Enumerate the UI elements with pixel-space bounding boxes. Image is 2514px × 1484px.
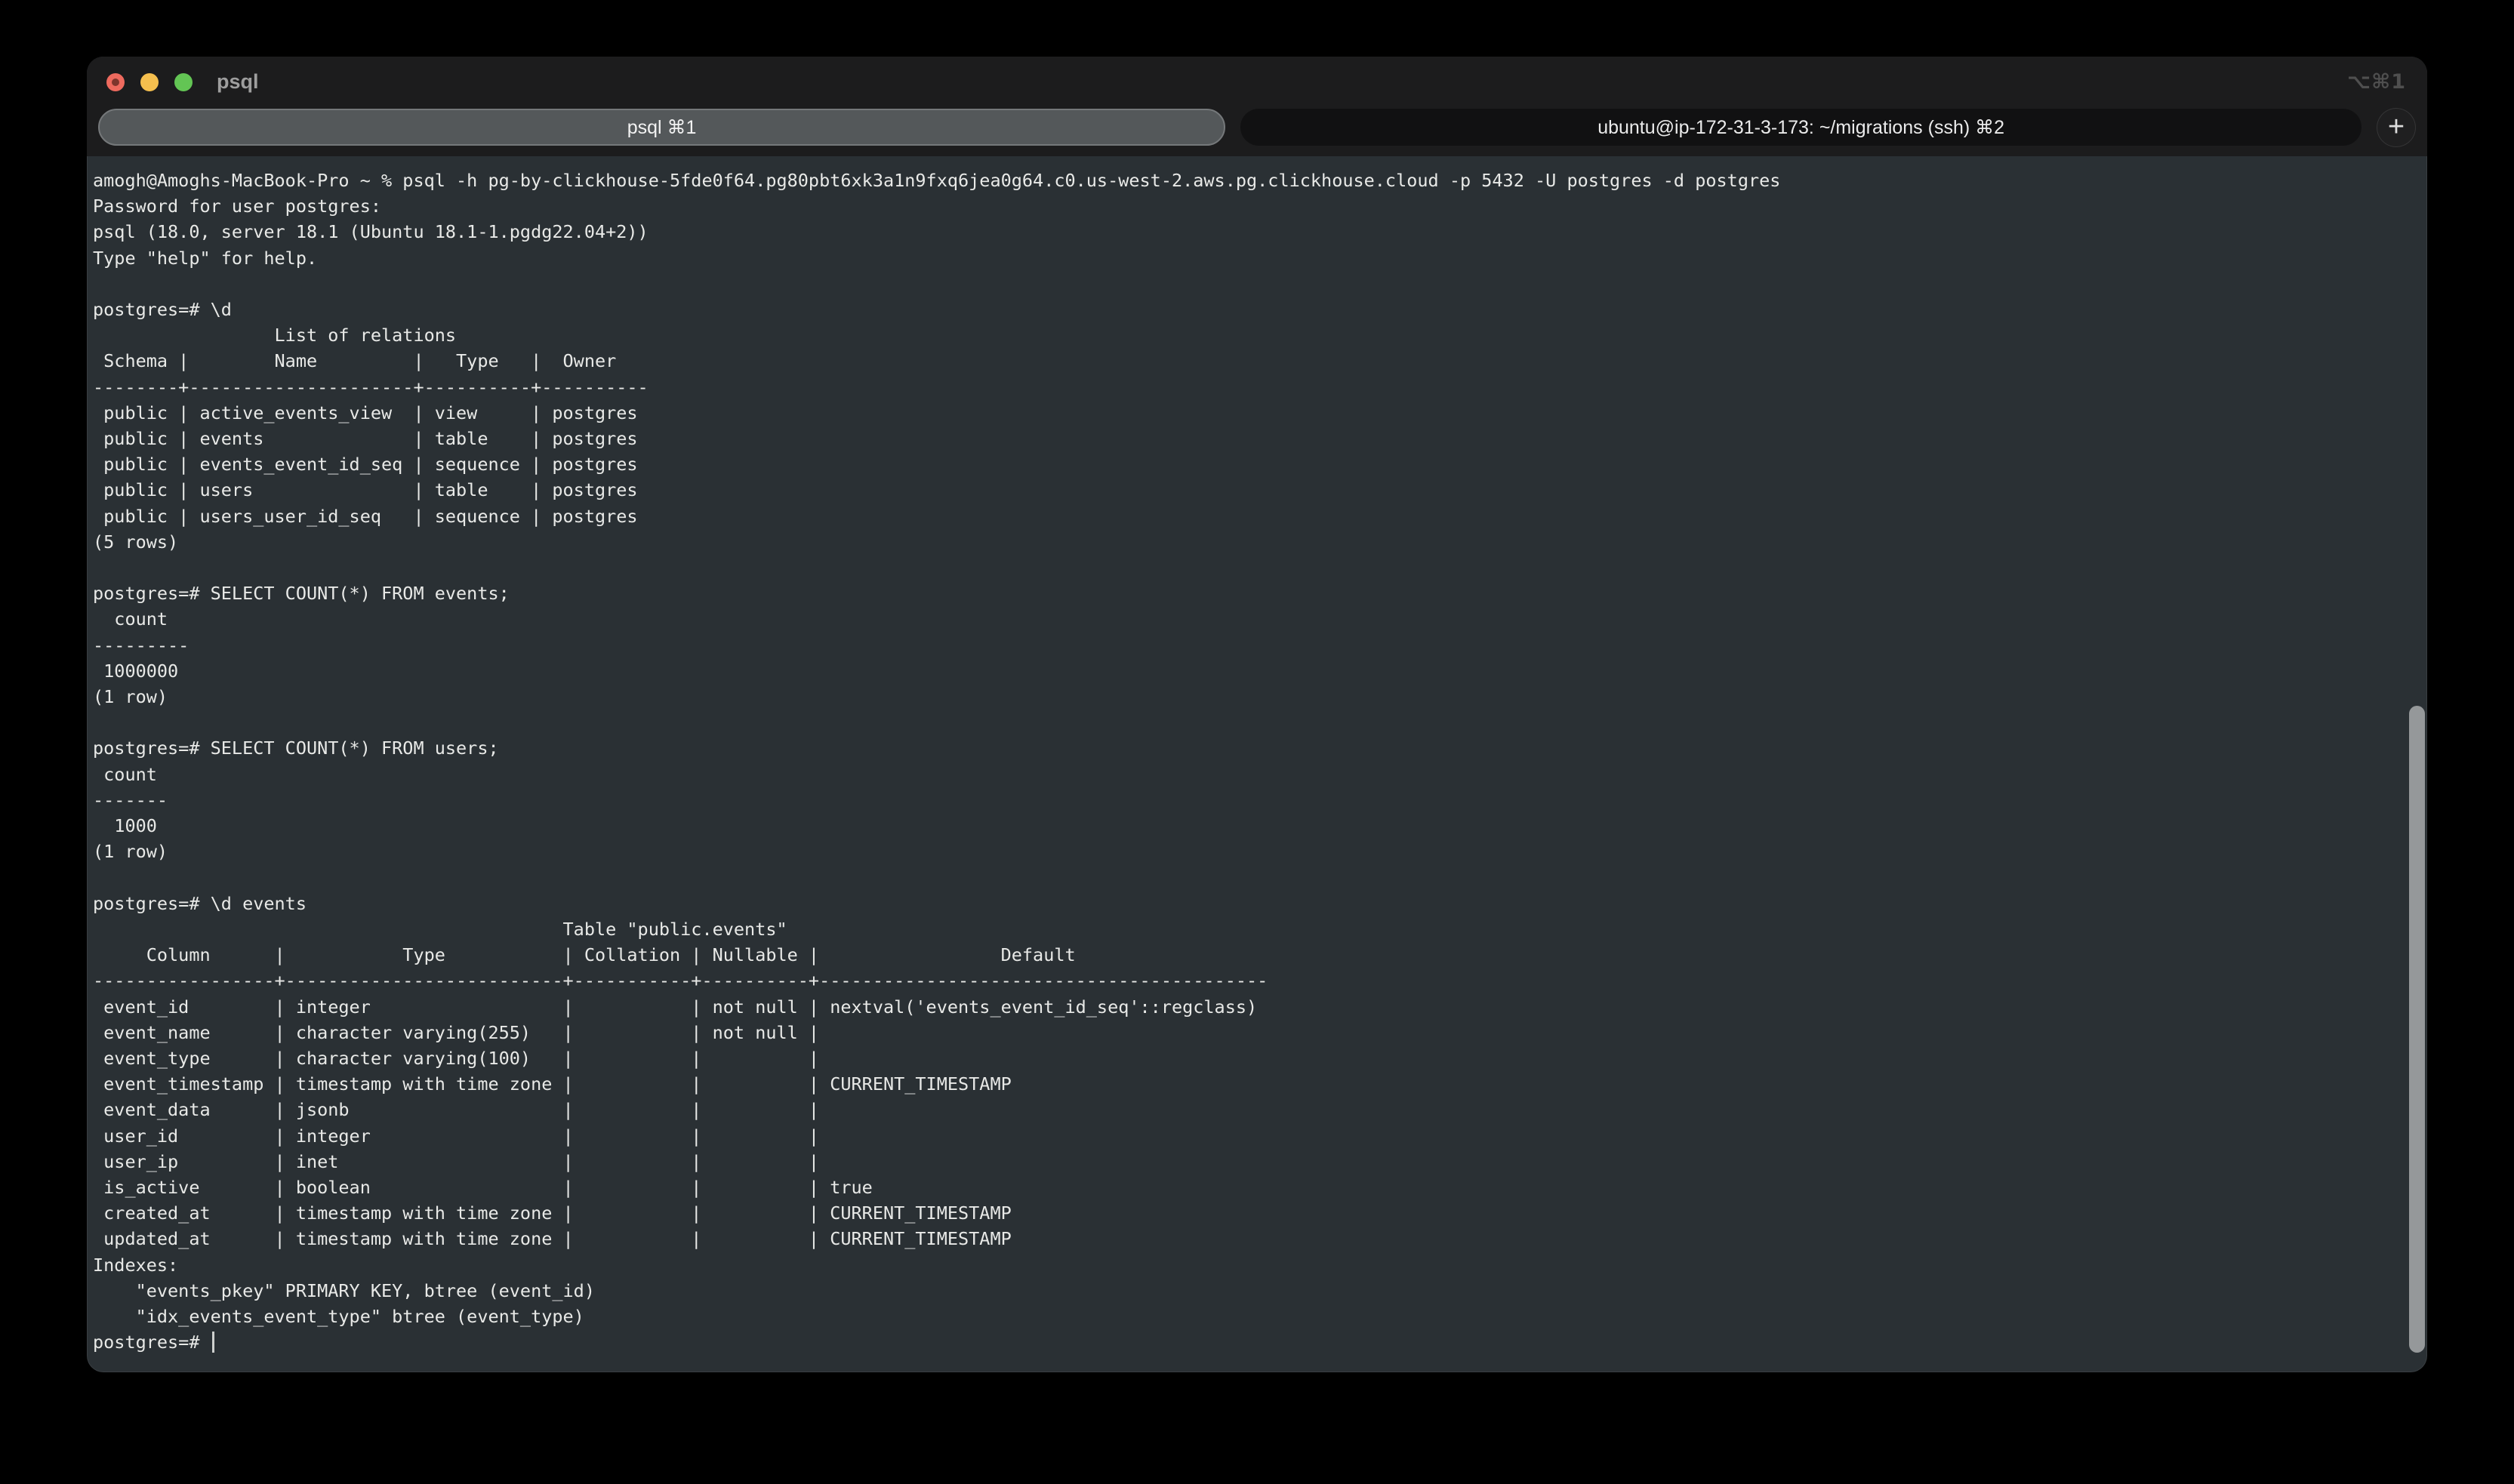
tab-psql-label: psql ⌘1 — [627, 116, 697, 139]
zoom-button[interactable] — [174, 73, 193, 91]
minimize-button[interactable] — [140, 73, 159, 91]
terminal-prompt: postgres=# — [93, 1332, 211, 1353]
plus-icon: + — [2388, 112, 2405, 141]
desktop-background: psql ⌥⌘1 psql ⌘1 ubuntu@ip-172-31-3-173:… — [0, 0, 2514, 1484]
terminal-scrollback: amogh@Amoghs-MacBook-Pro ~ % psql -h pg-… — [93, 168, 2427, 1329]
window-shortcut-hint: ⌥⌘1 — [2347, 70, 2406, 94]
terminal-content[interactable]: amogh@Amoghs-MacBook-Pro ~ % psql -h pg-… — [87, 156, 2427, 1372]
tab-bar: psql ⌘1 ubuntu@ip-172-31-3-173: ~/migrat… — [87, 107, 2427, 156]
close-button-dot-icon — [112, 79, 119, 86]
scrollbar-thumb[interactable] — [2409, 706, 2425, 1353]
title-bar[interactable]: psql ⌥⌘1 — [87, 57, 2427, 107]
tab-ssh-migrations-label: ubuntu@ip-172-31-3-173: ~/migrations (ss… — [1597, 116, 2004, 139]
text-cursor-icon — [212, 1332, 214, 1353]
tab-psql[interactable]: psql ⌘1 — [98, 109, 1225, 146]
window-title: psql — [217, 70, 259, 94]
terminal-window: psql ⌥⌘1 psql ⌘1 ubuntu@ip-172-31-3-173:… — [87, 57, 2427, 1372]
tab-ssh-migrations[interactable]: ubuntu@ip-172-31-3-173: ~/migrations (ss… — [1240, 109, 2361, 146]
close-button[interactable] — [106, 73, 125, 91]
terminal-prompt-line: postgres=# — [93, 1329, 2427, 1355]
traffic-lights — [106, 73, 193, 91]
new-tab-button[interactable]: + — [2377, 108, 2416, 147]
window-chrome: psql ⌥⌘1 psql ⌘1 ubuntu@ip-172-31-3-173:… — [87, 57, 2427, 156]
